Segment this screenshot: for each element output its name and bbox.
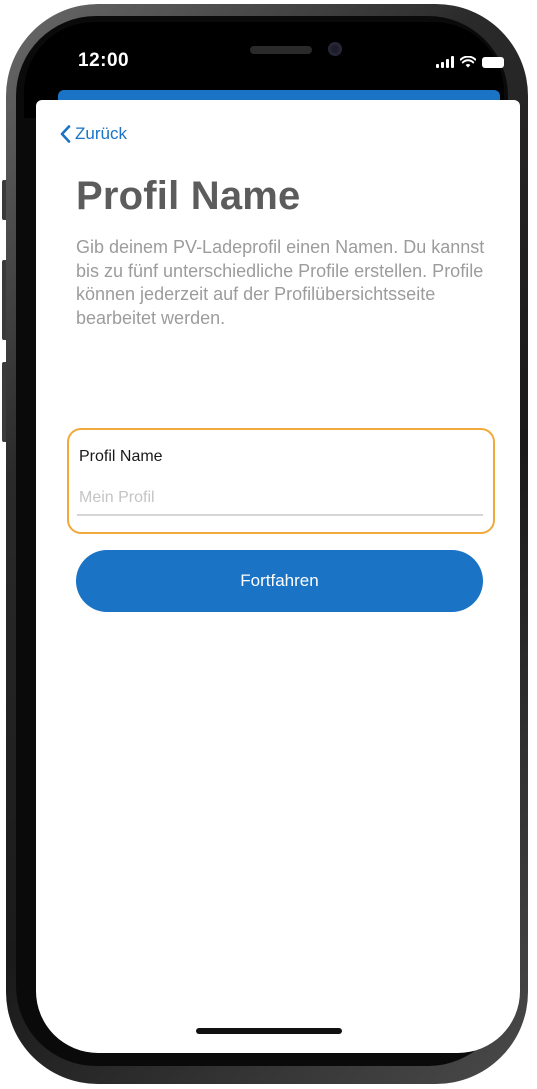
status-icons	[436, 54, 504, 68]
profile-name-field[interactable]: Profil Name	[67, 428, 495, 534]
page-description: Gib deinem PV-Ladeprofil einen Namen. Du…	[76, 237, 485, 328]
cellular-signal-icon	[436, 56, 454, 68]
front-camera	[328, 42, 342, 56]
profile-name-label: Profil Name	[79, 448, 163, 465]
profile-name-input[interactable]	[77, 482, 483, 516]
continue-button[interactable]: Fortfahren	[76, 550, 483, 612]
page-title: Profil Name	[76, 174, 301, 218]
back-button-label: Zurück	[75, 124, 127, 143]
wifi-icon	[460, 56, 476, 68]
screenshot-stage: 12:00 Zurück Profil Name Gib deinem PV-L…	[0, 0, 537, 1089]
home-indicator	[196, 1028, 342, 1034]
battery-icon	[482, 57, 504, 68]
status-time: 12:00	[78, 50, 130, 71]
chevron-left-icon	[60, 125, 71, 143]
speaker-grille	[250, 46, 312, 54]
back-button[interactable]: Zurück	[60, 124, 127, 144]
